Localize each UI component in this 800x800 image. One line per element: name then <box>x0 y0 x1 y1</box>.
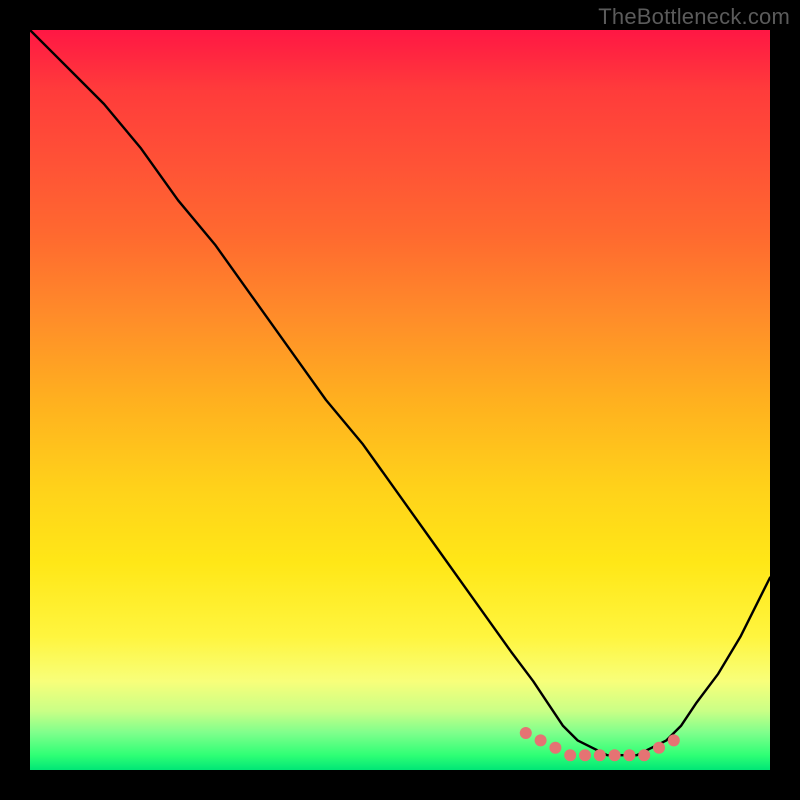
plot-area <box>30 30 770 770</box>
trough-marker <box>564 749 576 761</box>
trough-marker <box>535 734 547 746</box>
trough-marker <box>653 742 665 754</box>
curve-layer <box>30 30 770 770</box>
trough-marker <box>549 742 561 754</box>
trough-marker <box>668 734 680 746</box>
trough-marker <box>594 749 606 761</box>
trough-marker <box>520 727 532 739</box>
trough-marker <box>623 749 635 761</box>
bottleneck-curve <box>30 30 770 755</box>
trough-markers <box>520 727 680 761</box>
trough-marker <box>638 749 650 761</box>
trough-marker <box>609 749 621 761</box>
watermark-text: TheBottleneck.com <box>598 4 790 30</box>
trough-marker <box>579 749 591 761</box>
chart-container: TheBottleneck.com <box>0 0 800 800</box>
